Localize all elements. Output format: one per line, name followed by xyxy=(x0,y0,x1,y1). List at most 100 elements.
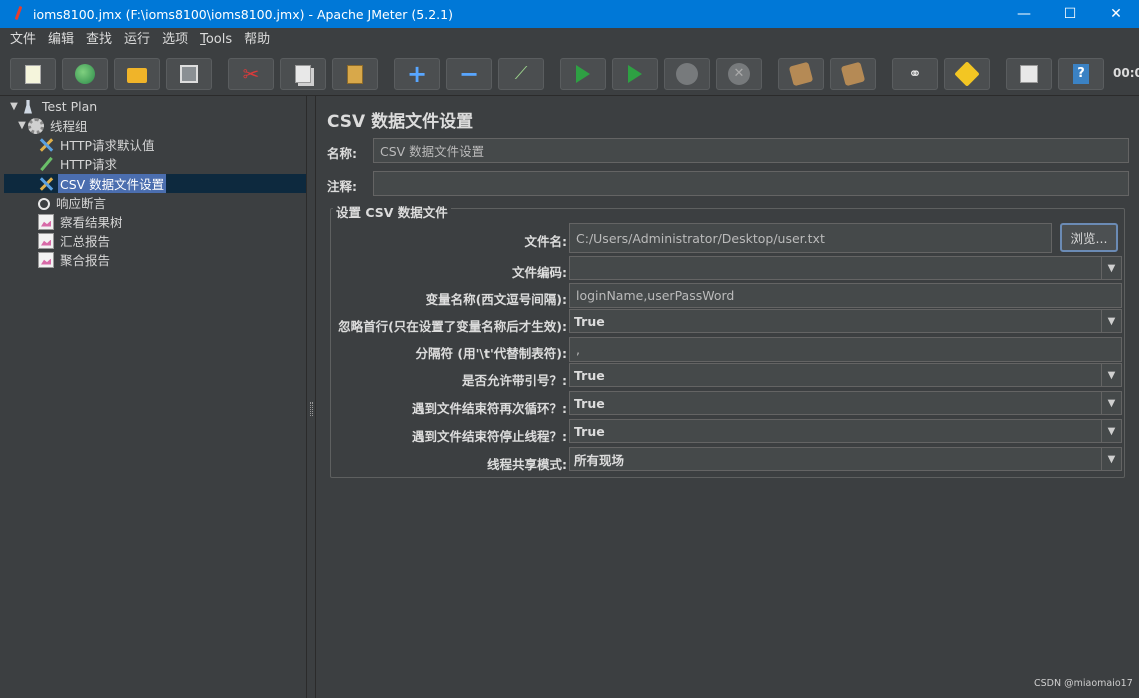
stop-thread-eof-select[interactable]: True ▼ xyxy=(569,419,1122,443)
config-icon xyxy=(38,176,54,192)
tree-item-label: CSV 数据文件设置 xyxy=(58,174,167,193)
expand-toggle-icon[interactable]: ▼ xyxy=(16,120,28,131)
help-button[interactable]: ? xyxy=(1058,58,1104,90)
function-helper-icon xyxy=(1020,65,1038,83)
elapsed-time: 00:0 xyxy=(1113,66,1139,80)
browse-button[interactable]: 浏览... xyxy=(1060,223,1118,252)
tree-item-http-defaults[interactable]: HTTP请求默认值 xyxy=(38,135,157,154)
tree-item-response-assertion[interactable]: 响应断言 xyxy=(38,193,108,212)
clear-all-button[interactable] xyxy=(830,58,876,90)
tree-item-label: 察看结果树 xyxy=(60,215,123,230)
expand-all-button[interactable]: + xyxy=(394,58,440,90)
tree-item-label: 响应断言 xyxy=(56,196,107,211)
expand-toggle-icon[interactable]: ▼ xyxy=(8,101,20,112)
tree-item-test-plan[interactable]: ▼ Test Plan xyxy=(8,97,99,116)
search-button[interactable]: ⚭ xyxy=(892,58,938,90)
stop-button[interactable] xyxy=(664,58,710,90)
toggle-button[interactable]: ⟋ xyxy=(498,58,544,90)
close-button[interactable]: ✕ xyxy=(1093,0,1139,28)
copy-icon xyxy=(295,65,311,83)
shutdown-button[interactable]: ✕ xyxy=(716,58,762,90)
ignore-first-line-label: 忽略首行(只在设置了变量名称后才生效): xyxy=(338,319,567,334)
copy-button[interactable] xyxy=(280,58,326,90)
panel-splitter[interactable] xyxy=(307,96,316,698)
cut-icon: ✂ xyxy=(242,62,260,86)
menu-run[interactable]: 运行 xyxy=(118,28,156,52)
recycle-eof-value: True xyxy=(574,395,605,411)
recycle-eof-label: 遇到文件结束符再次循环？: xyxy=(412,401,567,416)
sharing-mode-select[interactable]: 所有现场 ▼ xyxy=(569,447,1122,471)
paste-button[interactable] xyxy=(332,58,378,90)
comment-field[interactable] xyxy=(373,171,1129,196)
function-helper-button[interactable] xyxy=(1006,58,1052,90)
start-button[interactable] xyxy=(560,58,606,90)
thread-group-icon xyxy=(28,117,44,134)
tree-item-view-results-tree[interactable]: 察看结果树 xyxy=(38,212,125,231)
tree-item-csv-data-set[interactable]: CSV 数据文件设置 xyxy=(38,174,167,193)
listener-icon xyxy=(38,251,54,268)
allow-quoted-select[interactable]: True ▼ xyxy=(569,363,1122,387)
shutdown-icon: ✕ xyxy=(728,63,750,85)
name-label: 名称: xyxy=(327,146,357,161)
dropdown-arrow-icon[interactable]: ▼ xyxy=(1101,420,1121,442)
tree-item-label: Test Plan xyxy=(42,99,98,114)
reset-search-button[interactable] xyxy=(944,58,990,90)
toggle-icon: ⟋ xyxy=(514,63,528,84)
dropdown-arrow-icon[interactable]: ▼ xyxy=(1101,392,1121,414)
filename-field[interactable]: C:/Users/Administrator/Desktop/user.txt xyxy=(569,223,1052,253)
tree-item-summary-report[interactable]: 汇总报告 xyxy=(38,231,112,250)
title-bar: ioms8100.jmx (F:\ioms8100\ioms8100.jmx) … xyxy=(0,0,1139,28)
test-plan-tree: ▼ Test Plan ▼ 线程组 HTTP请求默认值 HTTP请求 CSV 数… xyxy=(0,96,307,698)
dropdown-arrow-icon[interactable]: ▼ xyxy=(1101,310,1121,332)
cut-button[interactable]: ✂ xyxy=(228,58,274,90)
filename-label: 文件名: xyxy=(524,234,568,249)
sharing-mode-value: 所有现场 xyxy=(574,452,625,468)
start-no-timers-icon xyxy=(628,65,642,83)
dropdown-arrow-icon[interactable]: ▼ xyxy=(1101,257,1121,279)
tree-item-http-request[interactable]: HTTP请求 xyxy=(38,154,119,173)
ignore-first-line-select[interactable]: True ▼ xyxy=(569,309,1122,333)
clear-icon xyxy=(788,61,814,87)
tree-item-thread-group[interactable]: ▼ 线程组 xyxy=(16,116,90,135)
recycle-eof-select[interactable]: True ▼ xyxy=(569,391,1122,415)
page-title: CSV 数据文件设置 xyxy=(327,112,474,132)
menu-bar: 文件 编辑 查找 运行 选项 Tools 帮助 xyxy=(0,28,1139,52)
dropdown-arrow-icon[interactable]: ▼ xyxy=(1101,448,1121,470)
delimiter-field[interactable]: , xyxy=(569,337,1122,362)
menu-search[interactable]: 查找 xyxy=(80,28,118,52)
templates-button[interactable] xyxy=(62,58,108,90)
templates-icon xyxy=(75,64,95,84)
encoding-label: 文件编码: xyxy=(512,265,567,280)
variable-names-field[interactable]: loginName,userPassWord xyxy=(569,283,1122,308)
encoding-select[interactable]: ▼ xyxy=(569,256,1122,280)
allow-quoted-label: 是否允许带引号？: xyxy=(462,373,567,388)
sampler-icon xyxy=(38,156,54,172)
dropdown-arrow-icon[interactable]: ▼ xyxy=(1101,364,1121,386)
tree-item-label: 汇总报告 xyxy=(60,234,111,249)
menu-edit[interactable]: 编辑 xyxy=(42,28,80,52)
open-button[interactable] xyxy=(114,58,160,90)
menu-options[interactable]: 选项 xyxy=(156,28,194,52)
tree-item-aggregate-report[interactable]: 聚合报告 xyxy=(38,250,112,269)
watermark: CSDN @miaomaio17 xyxy=(1034,678,1133,689)
stop-icon xyxy=(676,63,698,85)
tree-item-label: HTTP请求默认值 xyxy=(60,138,155,153)
menu-file[interactable]: 文件 xyxy=(4,28,42,52)
menu-help[interactable]: 帮助 xyxy=(238,28,276,52)
stop-thread-eof-value: True xyxy=(574,423,605,439)
new-button[interactable] xyxy=(10,58,56,90)
save-button[interactable] xyxy=(166,58,212,90)
clear-button[interactable] xyxy=(778,58,824,90)
window-title: ioms8100.jmx (F:\ioms8100\ioms8100.jmx) … xyxy=(33,6,453,22)
splitter-grip-icon[interactable] xyxy=(310,402,313,416)
start-icon xyxy=(576,65,590,83)
minimize-button[interactable]: — xyxy=(1001,0,1047,28)
menu-tools[interactable]: Tools xyxy=(194,28,238,52)
config-icon xyxy=(38,137,54,153)
new-icon xyxy=(25,64,41,84)
open-icon xyxy=(127,68,147,83)
maximize-button[interactable]: ☐ xyxy=(1047,0,1093,28)
collapse-all-button[interactable]: − xyxy=(446,58,492,90)
start-no-timers-button[interactable] xyxy=(612,58,658,90)
name-field[interactable]: CSV 数据文件设置 xyxy=(373,138,1129,163)
